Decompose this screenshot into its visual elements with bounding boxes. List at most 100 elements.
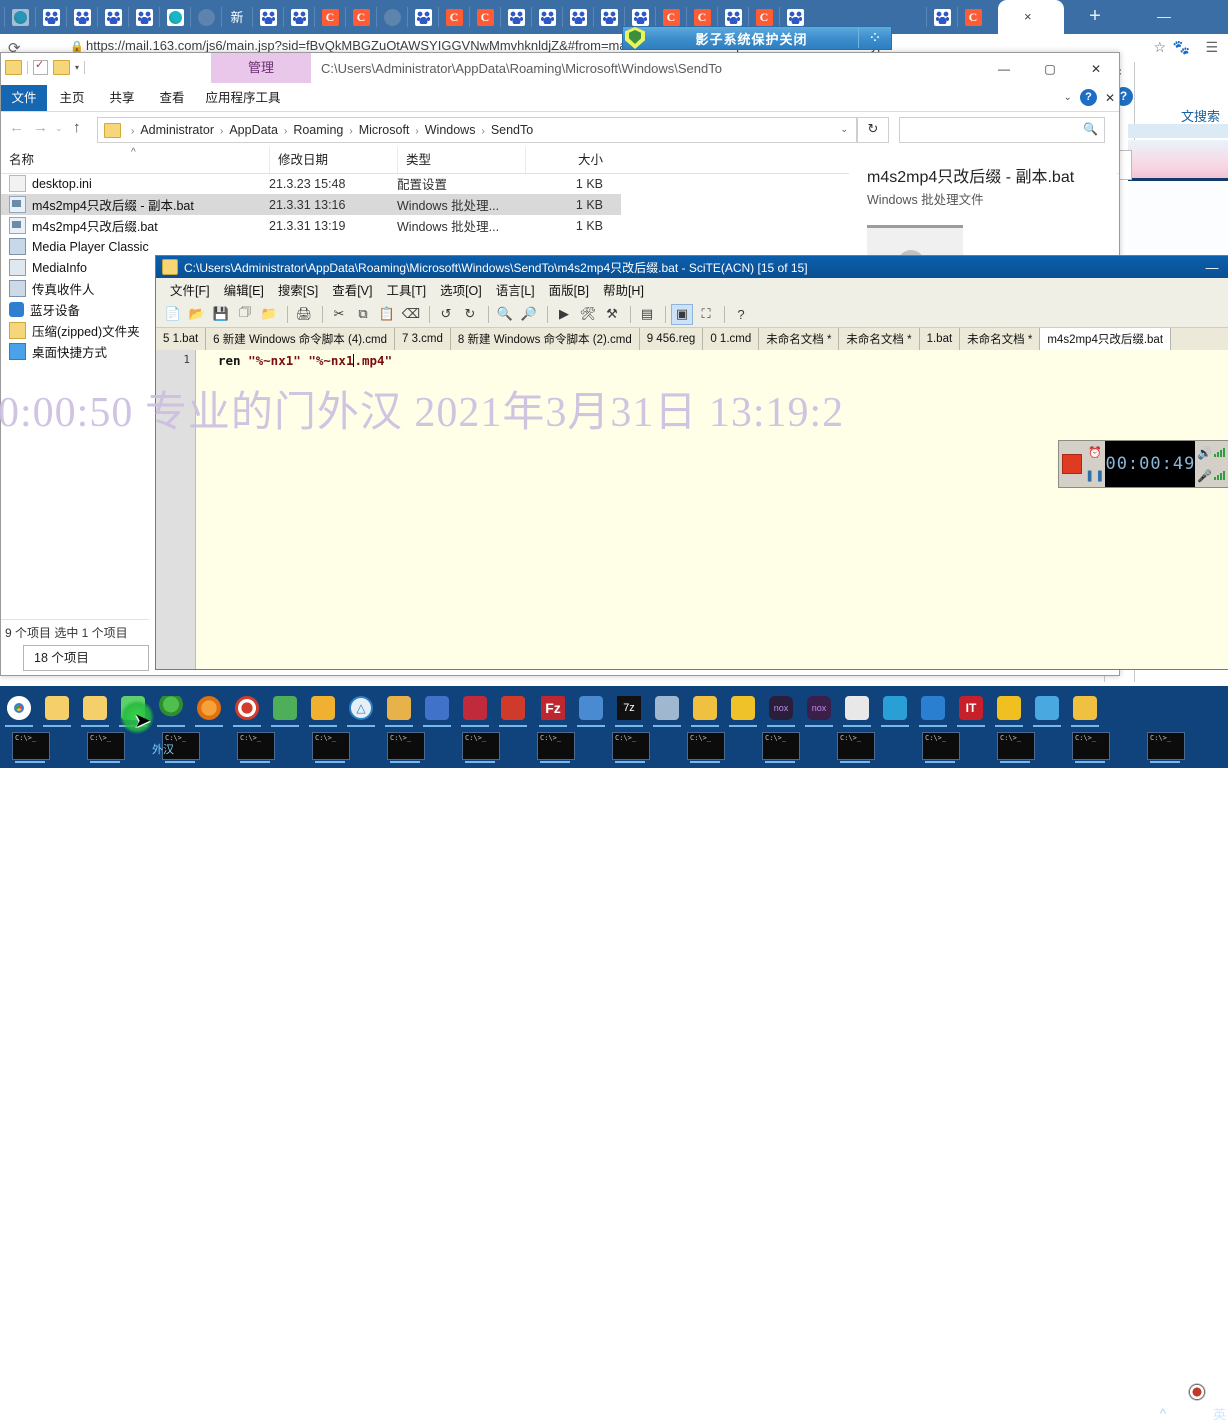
breadcrumb-item[interactable]: Administrator xyxy=(140,123,214,137)
taskbar-item-7zip[interactable]: 7z xyxy=(610,688,648,728)
browser-tab[interactable]: C xyxy=(961,4,985,30)
replace-icon[interactable]: 🔎 xyxy=(518,304,540,325)
browser-tab[interactable] xyxy=(597,4,621,30)
taskbar-window-cmd[interactable] xyxy=(612,732,650,760)
ribbon-contextual-tab-manage[interactable]: 管理 xyxy=(211,53,311,83)
taskbar-item-notes-yellow[interactable] xyxy=(304,688,342,728)
taskbar-item-gear-yellow[interactable] xyxy=(990,688,1028,728)
table-row[interactable]: MediaInfo xyxy=(1,257,149,278)
close-icon[interactable]: ✕ xyxy=(1105,91,1115,105)
maximize-button[interactable]: ▢ xyxy=(1027,53,1073,85)
taskbar-item-blue-monitor[interactable] xyxy=(1028,688,1066,728)
browser-tab[interactable] xyxy=(39,4,63,30)
chevron-down-icon[interactable]: ⌄ xyxy=(1064,92,1072,103)
column-header-0[interactable]: 名称 xyxy=(1,147,269,173)
close-icon[interactable]: × xyxy=(1024,9,1032,24)
scite-tab-6[interactable]: 未命名文档 * xyxy=(759,328,840,350)
scite-editor-area[interactable]: 1 ren "%~nx1" "%~nx1.mp4" xyxy=(156,350,1228,669)
save-all-icon[interactable]: 🗇 xyxy=(234,304,256,325)
taskbar-item-blue-book[interactable] xyxy=(418,688,456,728)
toggle-output-icon[interactable]: ▤ xyxy=(636,304,658,325)
scite-tab-8[interactable]: 1.bat xyxy=(919,328,961,350)
taskbar-item-magnifier[interactable] xyxy=(190,688,228,728)
address-bar[interactable]: › Administrator › AppData › Roaming › Microsoft… xyxy=(97,117,857,143)
browser-tab[interactable] xyxy=(566,4,590,30)
taskbar-item-globe-green[interactable] xyxy=(266,688,304,728)
taskbar-window-cmd[interactable] xyxy=(12,732,50,760)
browser-tab[interactable] xyxy=(8,4,32,30)
go-icon[interactable]: ▶ xyxy=(553,304,575,325)
taskbar-window-cmd[interactable] xyxy=(837,732,875,760)
taskbar-item-filezilla[interactable]: Fz xyxy=(534,688,572,728)
menu-item-8[interactable]: 帮助[H] xyxy=(603,280,644,299)
tray-record-icon[interactable] xyxy=(1188,1383,1206,1401)
browser-tab[interactable] xyxy=(380,4,404,30)
properties-icon[interactable] xyxy=(33,58,48,75)
close-icon[interactable]: 📁 xyxy=(258,304,280,325)
new-icon[interactable]: 📄 xyxy=(162,304,184,325)
taskbar-window-cmd[interactable] xyxy=(1072,732,1110,760)
menu-item-4[interactable]: 工具[T] xyxy=(386,280,426,299)
build-icon[interactable]: ⚒ xyxy=(601,304,623,325)
browser-minimize-button[interactable]: — xyxy=(1154,8,1174,24)
table-row[interactable]: 压缩(zipped)文件夹 xyxy=(1,320,149,341)
taskbar-item-circle-a[interactable]: △ xyxy=(342,688,380,728)
help-icon[interactable]: ? xyxy=(1079,89,1097,106)
pause-icon[interactable]: ❚❚ xyxy=(1085,464,1105,487)
microphone-meter[interactable]: 🎤 xyxy=(1195,464,1228,487)
scite-tab-2[interactable]: 7 3.cmd xyxy=(394,328,451,350)
compile-icon[interactable]: 🛠 xyxy=(577,304,599,325)
delete-icon[interactable]: ⌫ xyxy=(400,304,422,325)
recent-locations-button[interactable]: ⌄ xyxy=(55,123,63,134)
ime-indicator[interactable]: 英 xyxy=(1213,1404,1226,1423)
refresh-button[interactable]: ↻ xyxy=(857,117,889,143)
browser-tab[interactable]: C xyxy=(442,4,466,30)
cut-icon[interactable]: ✂ xyxy=(328,304,350,325)
taskbar-item-nox64[interactable]: nox xyxy=(800,688,838,728)
scite-tab-10[interactable]: m4s2mp4只改后缀.bat xyxy=(1040,328,1172,350)
ribbon-tab-2[interactable]: 共享 xyxy=(97,85,147,111)
taskbar-window-cmd[interactable] xyxy=(687,732,725,760)
taskbar-item-tree[interactable] xyxy=(152,688,190,728)
scite-tab-1[interactable]: 6 新建 Windows 命令脚本 (4).cmd xyxy=(206,328,395,350)
taskbar-window-cmd[interactable] xyxy=(312,732,350,760)
taskbar-window-cmd[interactable] xyxy=(462,732,500,760)
browser-menu-icon[interactable]: ☰ xyxy=(1205,39,1218,56)
search-input[interactable]: 🔍 xyxy=(899,117,1105,143)
menu-item-3[interactable]: 查看[V] xyxy=(332,280,372,299)
forward-button[interactable]: → xyxy=(33,119,48,136)
taskbar-item-it-red[interactable]: IT xyxy=(952,688,990,728)
copy-icon[interactable]: ⧉ xyxy=(352,304,374,325)
taskbar-item-folder-2[interactable] xyxy=(76,688,114,728)
find-icon[interactable]: 🔍 xyxy=(494,304,516,325)
breadcrumb-item[interactable]: Roaming xyxy=(293,123,343,137)
ribbon-tab-1[interactable]: 主页 xyxy=(47,85,97,111)
shadow-defender-notification[interactable]: 影子系统保护关闭 ⁘ xyxy=(622,26,892,50)
breadcrumb-item[interactable]: Windows xyxy=(425,123,476,137)
menu-item-5[interactable]: 选项[O] xyxy=(440,280,482,299)
browser-tab[interactable] xyxy=(287,4,311,30)
stop-recording-button[interactable] xyxy=(1059,441,1085,487)
clock-icon[interactable]: ⏰ xyxy=(1085,441,1105,464)
taskbar-item-red-seal[interactable] xyxy=(838,688,876,728)
menu-item-7[interactable]: 面版[B] xyxy=(549,280,589,299)
ribbon-tab-3[interactable]: 查看 xyxy=(147,85,197,111)
taskbar-item-nox[interactable]: nox xyxy=(762,688,800,728)
open-icon[interactable]: 📂 xyxy=(186,304,208,325)
minimize-button[interactable]: — xyxy=(1195,260,1228,275)
taskbar-window-cmd[interactable] xyxy=(762,732,800,760)
address-bar-url[interactable]: https://mail.163.com/js6/main.jsp?sid=fB… xyxy=(86,38,1086,53)
taskbar-item-drop-red[interactable] xyxy=(494,688,532,728)
expand-icon[interactable]: ⁘ xyxy=(858,28,891,48)
taskbar-item-yellow-stack[interactable] xyxy=(724,688,762,728)
browser-tab[interactable] xyxy=(411,4,435,30)
browser-tab[interactable]: C xyxy=(349,4,373,30)
table-row[interactable]: m4s2mp4只改后缀.bat 21.3.31 13:19 Windows 批处理.… xyxy=(1,215,621,236)
folder-icon[interactable] xyxy=(5,60,22,75)
table-row[interactable]: 蓝牙设备 xyxy=(1,299,149,320)
column-header-2[interactable]: 类型 xyxy=(397,147,525,173)
scite-tab-9[interactable]: 未命名文档 * xyxy=(960,328,1041,350)
menu-item-0[interactable]: 文件[F] xyxy=(170,280,210,299)
table-row[interactable]: 传真收件人 xyxy=(1,278,149,299)
browser-tab[interactable] xyxy=(70,4,94,30)
